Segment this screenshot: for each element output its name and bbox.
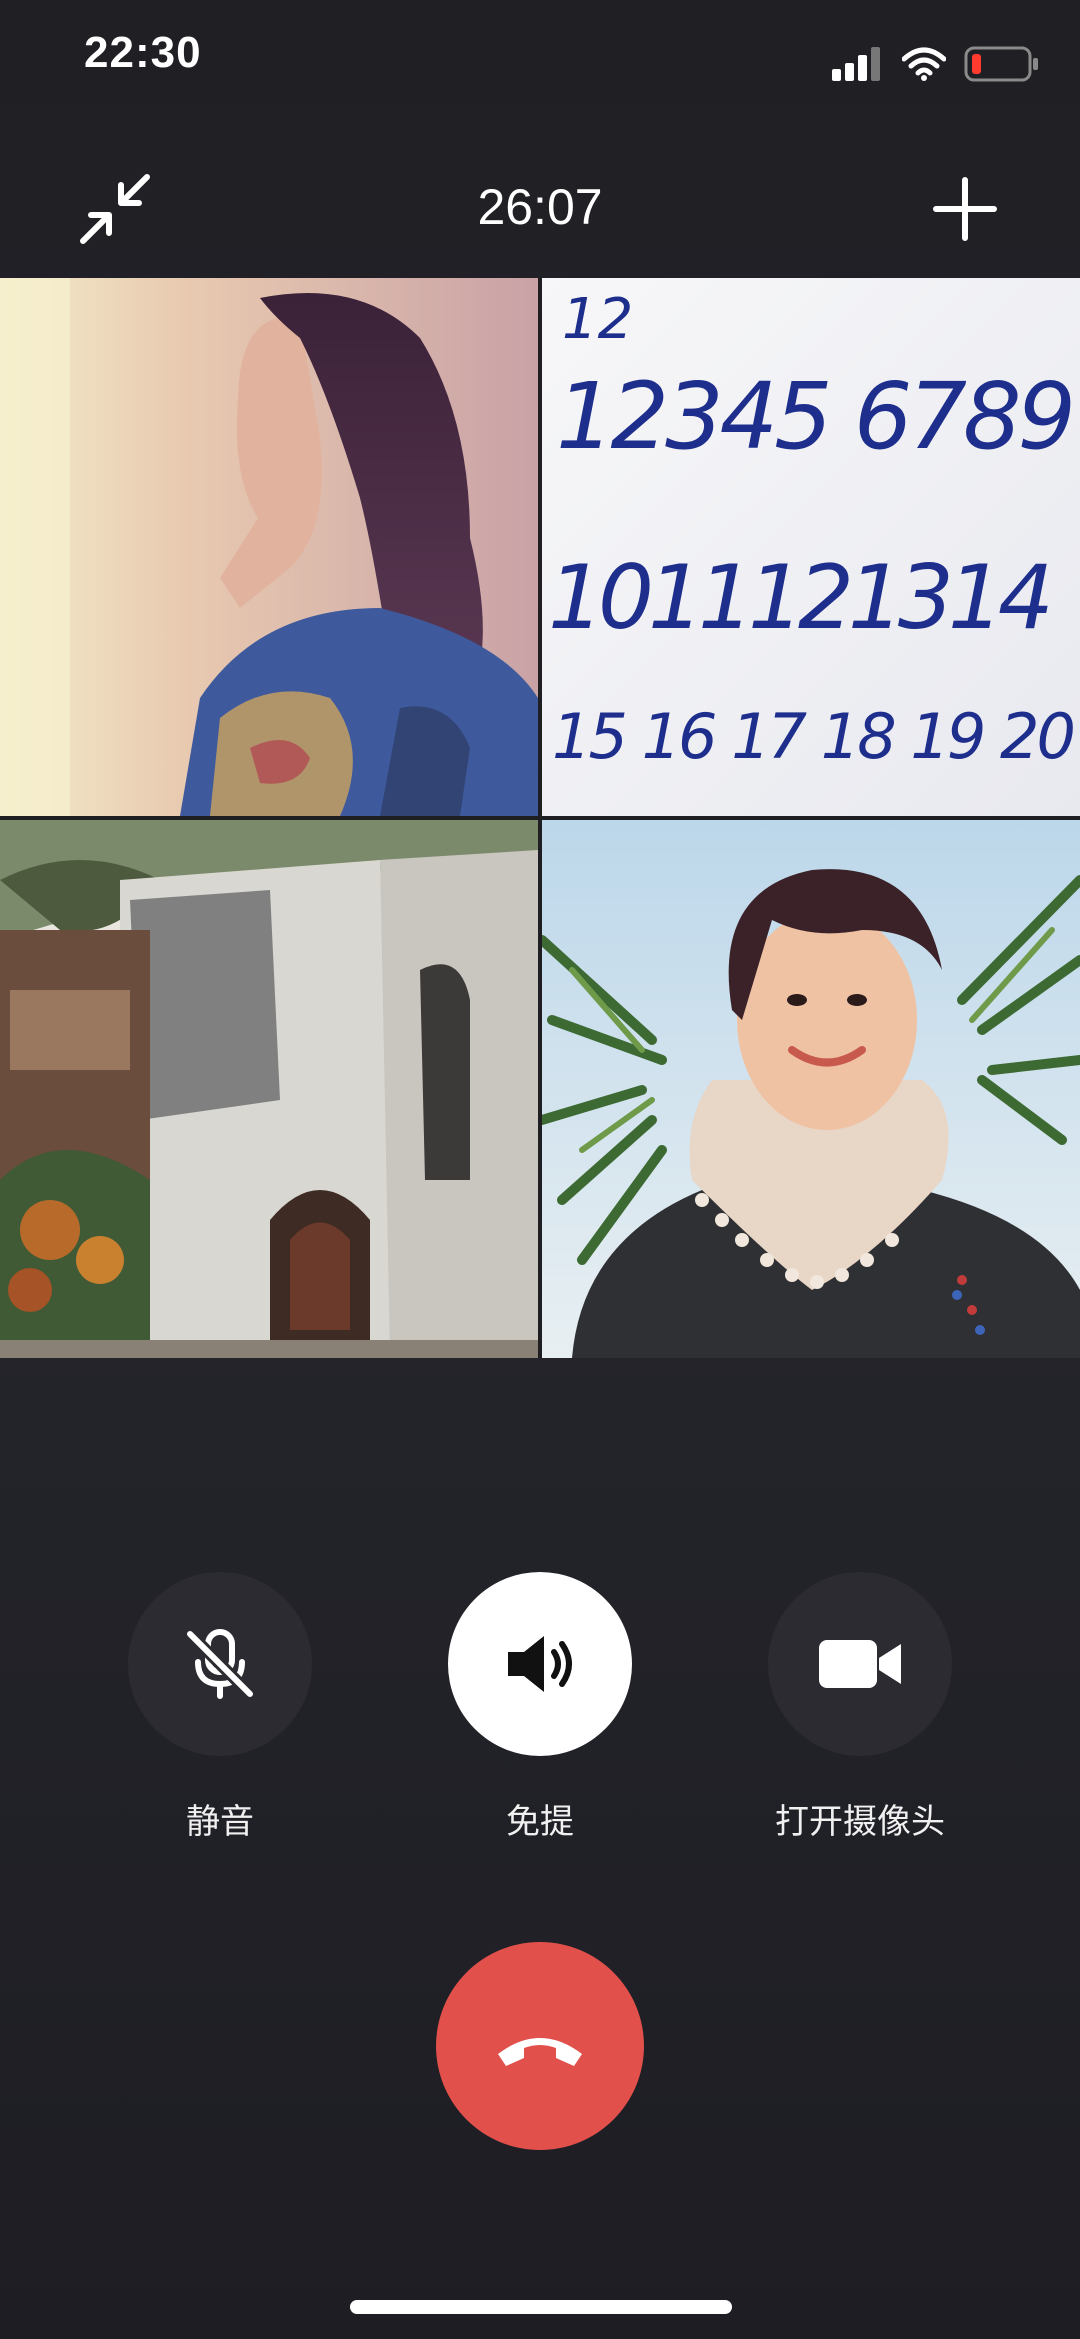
call-top-bar: 26:07: [0, 150, 1080, 270]
camera-label: 打开摄像头: [775, 1803, 945, 1841]
mic-off-icon: [185, 1629, 255, 1699]
participant-tile-1[interactable]: [0, 278, 538, 816]
participant-grid: 12 12345 6789 1011121314 15 16 17 18 19 …: [0, 278, 1080, 1358]
speaker-control[interactable]: 免提: [420, 1572, 660, 1843]
mute-button[interactable]: [128, 1572, 312, 1756]
note-line-1: 12: [562, 287, 633, 352]
participant-tile-3[interactable]: [0, 820, 538, 1358]
mute-label: 静音: [186, 1803, 254, 1841]
speaker-label: 免提: [506, 1803, 574, 1841]
status-icons: [832, 44, 1040, 84]
note-line-4: 15 16 17 18 19 20: [552, 700, 1073, 773]
participant-tile-4[interactable]: [542, 820, 1080, 1358]
add-participant-button[interactable]: [920, 164, 1010, 254]
speaker-icon: [508, 1636, 572, 1692]
plus-icon: [933, 177, 997, 241]
status-time: 22:30: [84, 28, 202, 77]
signal-icon: [832, 47, 880, 81]
camera-control[interactable]: 打开摄像头: [740, 1572, 980, 1843]
battery-icon: [964, 46, 1038, 82]
camera-button[interactable]: [768, 1572, 952, 1756]
speaker-button[interactable]: [448, 1572, 632, 1756]
hang-up-button[interactable]: [436, 1942, 644, 2150]
mute-control[interactable]: 静音: [100, 1572, 340, 1843]
call-duration: 26:07: [477, 179, 603, 235]
video-camera-icon: [819, 1640, 901, 1688]
participant-4-video: [542, 820, 1080, 1358]
phone-hangup-icon: [498, 2038, 582, 2066]
participant-tile-2[interactable]: 12 12345 6789 1011121314 15 16 17 18 19 …: [542, 278, 1080, 816]
home-indicator[interactable]: [350, 2300, 732, 2314]
note-line-3: 1011121314: [548, 546, 1048, 649]
call-controls: 静音 免提 打开摄像头: [0, 1572, 1080, 1842]
wifi-icon: [902, 47, 946, 81]
participant-1-video: [0, 278, 538, 816]
status-bar: 22:30: [0, 0, 1080, 120]
participant-2-video: 12 12345 6789 1011121314 15 16 17 18 19 …: [542, 278, 1080, 816]
participant-3-video: [0, 820, 538, 1358]
note-line-2: 12345 6789: [556, 363, 1072, 470]
